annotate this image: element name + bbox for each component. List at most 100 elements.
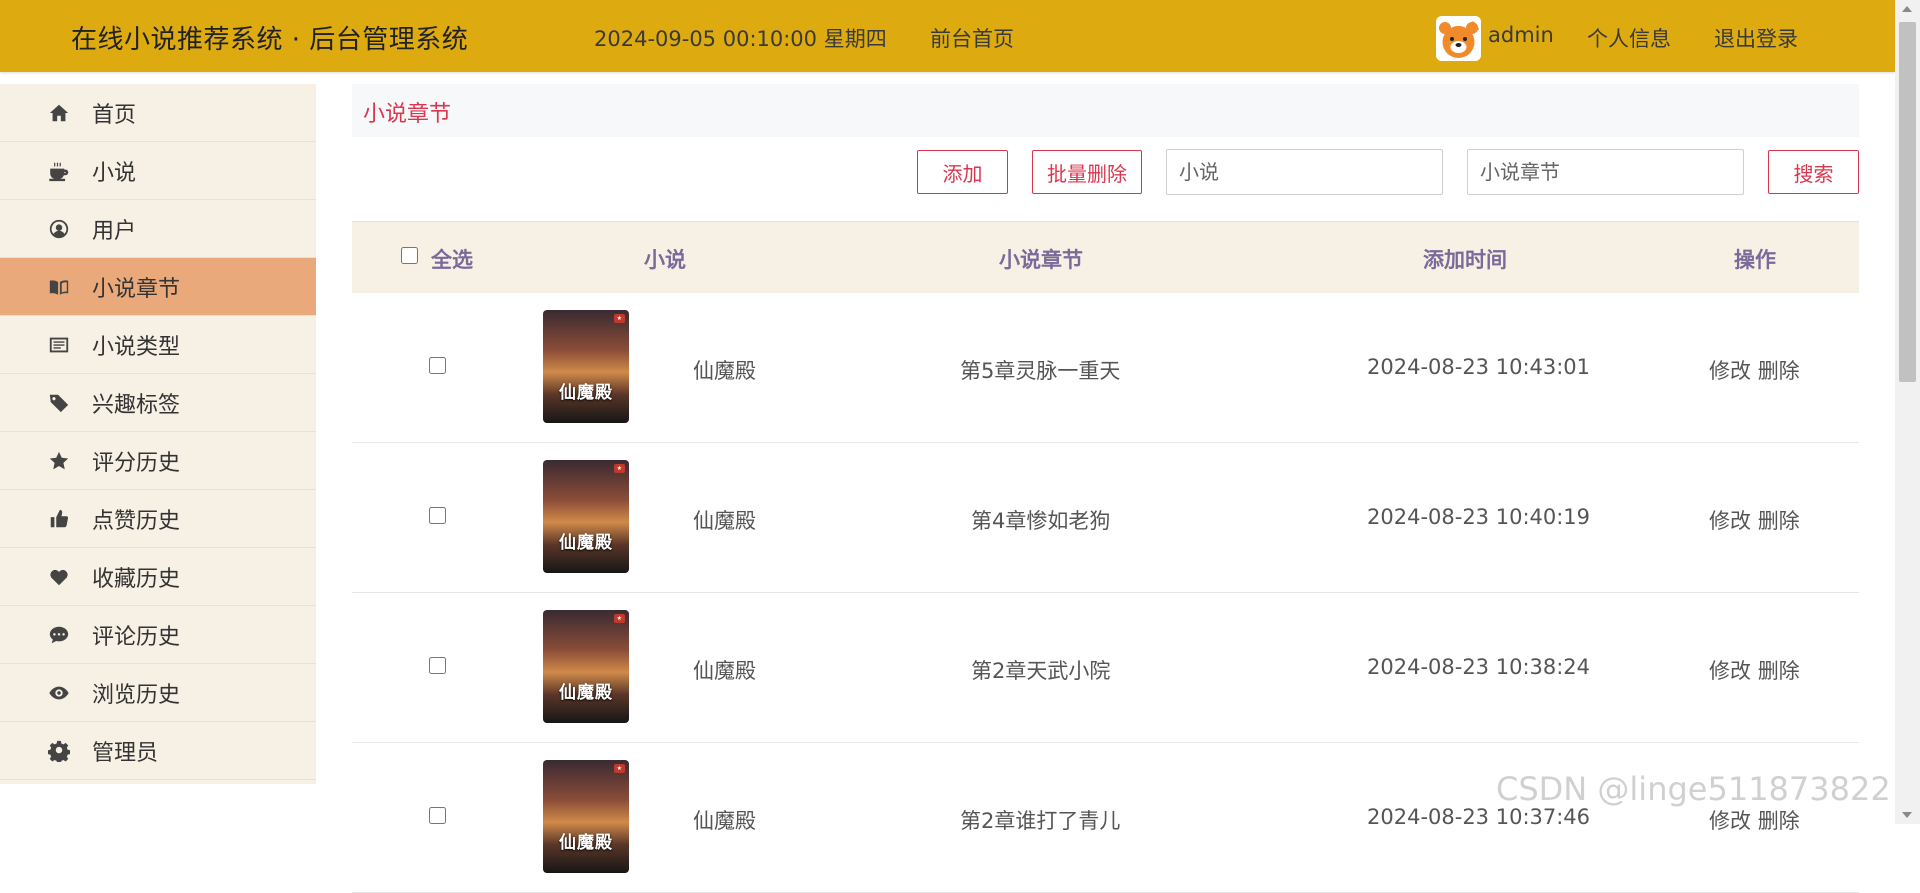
scroll-up-arrow-icon[interactable] bbox=[1902, 6, 1912, 12]
header-chapter: 小说章节 bbox=[999, 248, 1083, 272]
cover-title: 仙魔殿 bbox=[559, 683, 613, 703]
app-title: 在线小说推荐系统 · 后台管理系统 bbox=[71, 25, 469, 55]
star-icon bbox=[46, 448, 72, 474]
book-open-icon bbox=[46, 274, 72, 300]
row-actions: 修改 删除 bbox=[1709, 355, 1800, 385]
edit-link[interactable]: 修改 bbox=[1709, 809, 1751, 833]
sidebar-item-rating[interactable]: 评分历史 bbox=[0, 432, 316, 490]
sidebar-item-label: 小说章节 bbox=[92, 276, 181, 302]
novel-name: 仙魔殿 bbox=[693, 809, 756, 833]
page-title: 小说章节 bbox=[363, 102, 452, 127]
sidebar-item-chapter[interactable]: 小说章节 bbox=[0, 258, 316, 316]
sidebar-item-label: 点赞历史 bbox=[92, 508, 181, 534]
sidebar-item-label: 评分历史 bbox=[92, 450, 181, 476]
edit-link[interactable]: 修改 bbox=[1709, 359, 1751, 383]
page-scrollbar[interactable] bbox=[1895, 0, 1920, 824]
sidebar-item-label: 兴趣标签 bbox=[92, 392, 181, 418]
novel-name: 仙魔殿 bbox=[693, 659, 756, 683]
row-checkbox[interactable] bbox=[429, 507, 446, 524]
sidebar-item-label: 小说类型 bbox=[92, 334, 181, 360]
row-checkbox[interactable] bbox=[429, 357, 446, 374]
sidebar-item-novel[interactable]: 小说 bbox=[0, 142, 316, 200]
sidebar-item-label: 评论历史 bbox=[92, 624, 181, 650]
select-all-checkbox[interactable] bbox=[401, 247, 418, 264]
sidebar: 首页 小说 用户 小说章节 小说类型 兴趣标签 评分历史 点赞历史 收藏历史 评… bbox=[0, 84, 316, 784]
chapter-search-input[interactable] bbox=[1467, 149, 1744, 195]
scroll-down-arrow-icon[interactable] bbox=[1902, 812, 1912, 818]
row-actions: 修改 删除 bbox=[1709, 655, 1800, 685]
novel-name: 仙魔殿 bbox=[693, 359, 756, 383]
cover-badge: ★ bbox=[613, 614, 625, 623]
table-row: ★ 仙魔殿 仙魔殿 第5章灵脉一重天 2024-08-23 10:43:01 修… bbox=[352, 293, 1859, 443]
sidebar-item-browse[interactable]: 浏览历史 bbox=[0, 664, 316, 722]
sidebar-item-admin[interactable]: 管理员 bbox=[0, 722, 316, 780]
sidebar-item-home[interactable]: 首页 bbox=[0, 84, 316, 142]
front-home-link[interactable]: 前台首页 bbox=[930, 23, 1014, 53]
username: admin bbox=[1488, 23, 1554, 47]
logout-link[interactable]: 退出登录 bbox=[1714, 23, 1798, 53]
sidebar-item-label: 收藏历史 bbox=[92, 566, 181, 592]
comment-icon bbox=[46, 622, 72, 648]
sidebar-item-comments[interactable]: 评论历史 bbox=[0, 606, 316, 664]
sidebar-item-label: 浏览历史 bbox=[92, 682, 181, 708]
cover-title: 仙魔殿 bbox=[559, 833, 613, 853]
chapter-name: 第2章谁打了青儿 bbox=[960, 809, 1121, 833]
thumbs-up-icon bbox=[46, 506, 72, 532]
novel-name: 仙魔殿 bbox=[693, 509, 756, 533]
table-row: ★ 仙魔殿 仙魔殿 第2章谁打了青儿 2024-08-23 10:37:46 修… bbox=[352, 743, 1859, 893]
added-time: 2024-08-23 10:43:01 bbox=[1367, 355, 1591, 379]
delete-link[interactable]: 删除 bbox=[1758, 659, 1800, 683]
home-icon bbox=[46, 100, 72, 126]
add-button[interactable]: 添加 bbox=[917, 150, 1008, 194]
sidebar-item-label: 用户 bbox=[92, 218, 137, 244]
cover-badge: ★ bbox=[613, 314, 625, 323]
avatar[interactable] bbox=[1436, 16, 1481, 61]
chapter-name: 第2章天武小院 bbox=[971, 659, 1111, 683]
novel-cover-image: ★ 仙魔殿 bbox=[543, 610, 629, 723]
sidebar-item-tags[interactable]: 兴趣标签 bbox=[0, 374, 316, 432]
sidebar-item-favorites[interactable]: 收藏历史 bbox=[0, 548, 316, 606]
profile-link[interactable]: 个人信息 bbox=[1587, 23, 1671, 53]
row-checkbox[interactable] bbox=[429, 657, 446, 674]
sidebar-item-type[interactable]: 小说类型 bbox=[0, 316, 316, 374]
table-row: ★ 仙魔殿 仙魔殿 第4章惨如老狗 2024-08-23 10:40:19 修改… bbox=[352, 443, 1859, 593]
sidebar-item-likes[interactable]: 点赞历史 bbox=[0, 490, 316, 548]
eye-icon bbox=[46, 680, 72, 706]
header-time: 添加时间 bbox=[1423, 248, 1507, 272]
novel-cover-image: ★ 仙魔殿 bbox=[543, 460, 629, 573]
sidebar-item-user[interactable]: 用户 bbox=[0, 200, 316, 258]
header-select-all: 全选 bbox=[431, 248, 473, 272]
cover-title: 仙魔殿 bbox=[559, 533, 613, 553]
batch-delete-button[interactable]: 批量删除 bbox=[1032, 150, 1142, 194]
chapter-name: 第5章灵脉一重天 bbox=[960, 359, 1121, 383]
added-time: 2024-08-23 10:40:19 bbox=[1367, 505, 1591, 529]
cover-title: 仙魔殿 bbox=[559, 383, 613, 403]
row-actions: 修改 删除 bbox=[1709, 805, 1800, 835]
delete-link[interactable]: 删除 bbox=[1758, 509, 1800, 533]
row-checkbox[interactable] bbox=[429, 807, 446, 824]
delete-link[interactable]: 删除 bbox=[1758, 359, 1800, 383]
edit-link[interactable]: 修改 bbox=[1709, 659, 1751, 683]
scroll-thumb[interactable] bbox=[1899, 22, 1916, 382]
heart-icon bbox=[46, 564, 72, 590]
table-header: 全选 小说 小说章节 添加时间 操作 bbox=[352, 221, 1859, 293]
edit-link[interactable]: 修改 bbox=[1709, 509, 1751, 533]
novel-cover-image: ★ 仙魔殿 bbox=[543, 310, 629, 423]
novel-cover-image: ★ 仙魔殿 bbox=[543, 760, 629, 873]
header-action: 操作 bbox=[1734, 248, 1776, 272]
gear-icon bbox=[46, 738, 72, 764]
sidebar-item-label: 首页 bbox=[92, 102, 137, 128]
breadcrumb: 小说章节 bbox=[352, 84, 1859, 137]
sidebar-item-label: 管理员 bbox=[92, 740, 159, 766]
current-datetime: 2024-09-05 00:10:00 星期四 bbox=[594, 27, 887, 51]
cover-badge: ★ bbox=[613, 464, 625, 473]
row-actions: 修改 删除 bbox=[1709, 505, 1800, 535]
sidebar-item-label: 小说 bbox=[92, 160, 137, 186]
search-button[interactable]: 搜索 bbox=[1768, 150, 1859, 194]
table-row: ★ 仙魔殿 仙魔殿 第2章天武小院 2024-08-23 10:38:24 修改… bbox=[352, 593, 1859, 743]
novel-search-input[interactable] bbox=[1166, 149, 1443, 195]
chapter-name: 第4章惨如老狗 bbox=[971, 509, 1111, 533]
list-icon bbox=[46, 332, 72, 358]
delete-link[interactable]: 删除 bbox=[1758, 809, 1800, 833]
header-novel: 小说 bbox=[644, 248, 686, 272]
